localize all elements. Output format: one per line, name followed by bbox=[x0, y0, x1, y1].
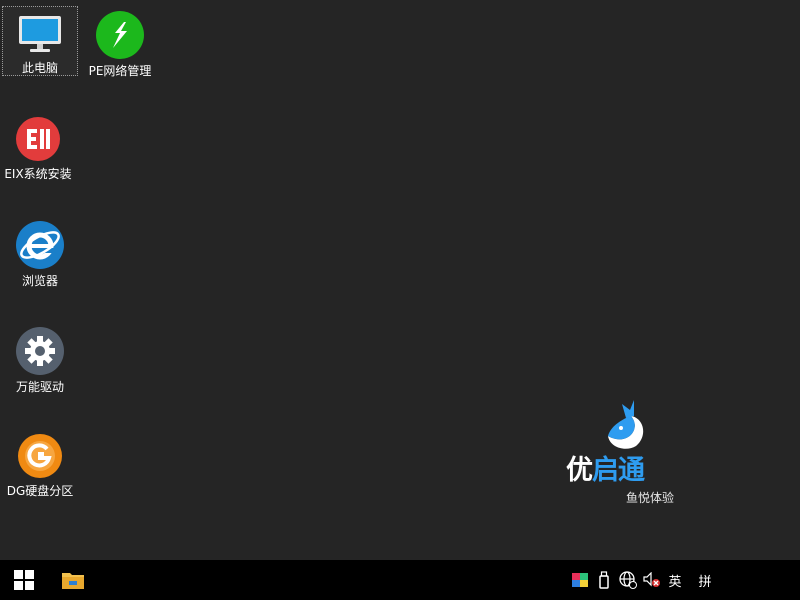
desktop-icon-diskgenius[interactable]: DG硬盘分区 bbox=[2, 428, 78, 498]
tray-volume[interactable] bbox=[642, 560, 662, 600]
volume-muted-icon bbox=[643, 572, 660, 587]
gear-icon bbox=[16, 327, 64, 375]
desktop: 此电脑 PE网络管理 EIX系统安装 浏览器 万能驱动 DG硬盘分区 优启通 鱼… bbox=[0, 0, 800, 560]
desktop-icon-browser[interactable]: 浏览器 bbox=[2, 216, 78, 288]
taskbar: 英 拼 bbox=[0, 560, 800, 600]
desktop-icon-label: PE网络管理 bbox=[88, 64, 152, 78]
desktop-icon-label: 浏览器 bbox=[21, 274, 58, 288]
desktop-icon-label: 此电脑 bbox=[21, 61, 58, 75]
ime-language[interactable]: 英 bbox=[664, 560, 686, 600]
desktop-icon-label: EIX系统安装 bbox=[4, 167, 72, 181]
taskbar-file-explorer[interactable] bbox=[50, 560, 96, 600]
desktop-icon-pe-network[interactable]: PE网络管理 bbox=[82, 6, 158, 78]
desktop-icon-label: 万能驱动 bbox=[15, 380, 64, 394]
desktop-icon-label: DG硬盘分区 bbox=[6, 484, 74, 498]
color-palette-icon bbox=[572, 573, 588, 587]
diskgenius-icon bbox=[16, 433, 64, 479]
start-button[interactable] bbox=[0, 560, 48, 600]
network-manager-icon bbox=[96, 11, 144, 59]
desktop-icon-this-pc[interactable]: 此电脑 bbox=[2, 6, 78, 76]
brand-logo: 优启通 鱼悦体验 bbox=[566, 398, 686, 508]
tray-color-icon[interactable] bbox=[570, 560, 590, 600]
fish-logo-icon bbox=[608, 400, 644, 449]
tray-network[interactable] bbox=[618, 560, 638, 600]
brand-slogan: 鱼悦体验 bbox=[626, 491, 675, 505]
windows-start-icon bbox=[14, 570, 34, 590]
usb-device-icon bbox=[599, 571, 609, 589]
tray-usb[interactable] bbox=[594, 560, 614, 600]
network-globe-icon bbox=[619, 571, 637, 589]
computer-icon bbox=[16, 12, 64, 56]
desktop-icon-eix-install[interactable]: EIX系统安装 bbox=[0, 111, 76, 181]
file-explorer-icon bbox=[62, 573, 84, 589]
eix-install-icon bbox=[14, 116, 62, 162]
desktop-icon-driver[interactable]: 万能驱动 bbox=[2, 322, 78, 394]
ime-mode[interactable]: 拼 bbox=[694, 560, 716, 600]
browser-icon bbox=[16, 221, 64, 269]
brand-name: 优启通 bbox=[566, 455, 645, 486]
